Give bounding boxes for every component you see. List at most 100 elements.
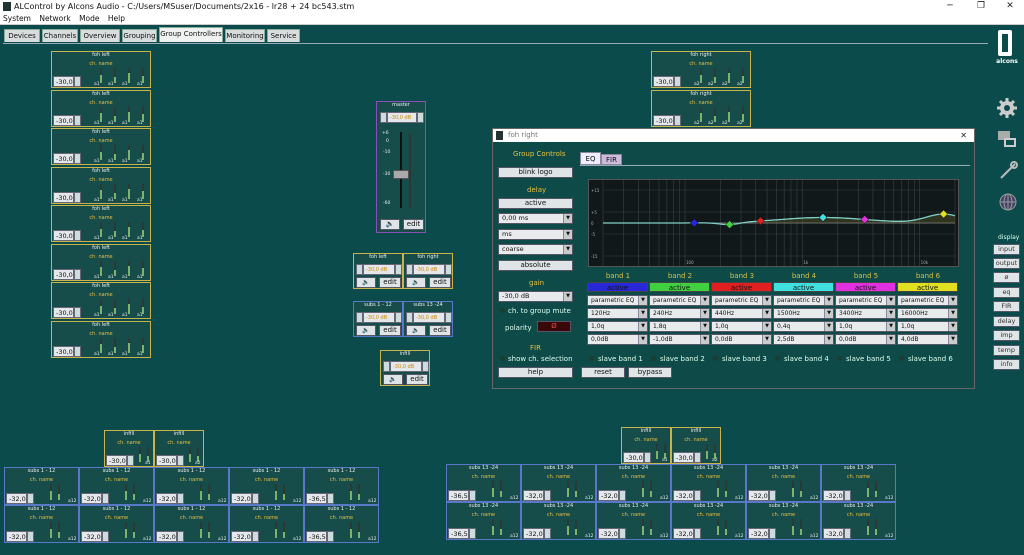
group-dec-button[interactable]: [406, 312, 413, 323]
band-type-field[interactable]: parametric EQ ▼: [897, 295, 958, 306]
band-type-field[interactable]: parametric EQ ▼: [587, 295, 648, 306]
display-delay-button[interactable]: delay: [993, 316, 1020, 327]
channel-gain-dropdown[interactable]: [327, 493, 334, 504]
group-value[interactable]: -30,0 dB: [413, 264, 445, 275]
slave-band-led[interactable]: [589, 356, 594, 361]
band-gain-field[interactable]: 4,0dB ▼: [897, 334, 958, 345]
channel-gain-dropdown[interactable]: [619, 528, 626, 539]
band-active-button[interactable]: active: [897, 282, 958, 292]
band-q-field[interactable]: 1,0q ▼: [711, 321, 772, 332]
tool-icon[interactable]: [998, 161, 1018, 181]
group-mute-button[interactable]: 🔈: [406, 325, 426, 336]
channel-gain-dropdown[interactable]: [27, 531, 34, 542]
menu-help[interactable]: Help: [105, 13, 128, 24]
tab-service[interactable]: Service: [267, 29, 300, 42]
channel-gain-dropdown[interactable]: [177, 493, 184, 504]
slave-band-led[interactable]: [651, 356, 656, 361]
ch-to-group-mute-led[interactable]: [500, 308, 505, 313]
channel-gain-dropdown[interactable]: [694, 490, 701, 501]
delay-unit-select[interactable]: ms ▼: [498, 229, 573, 240]
group-edit-button[interactable]: edit: [429, 325, 451, 336]
master-edit-button[interactable]: edit: [403, 219, 424, 230]
group-value[interactable]: -30,0 dB: [363, 264, 395, 275]
channel-gain-dropdown[interactable]: [102, 493, 109, 504]
group-inc-button[interactable]: [395, 264, 402, 275]
channel-gain-dropdown[interactable]: [74, 268, 81, 280]
group-mute-button[interactable]: 🔈: [356, 277, 376, 288]
channel-gain-value[interactable]: -32,0: [6, 493, 27, 504]
maximize-button[interactable]: ❐: [966, 0, 996, 13]
menu-network[interactable]: Network: [36, 13, 73, 24]
channel-gain-value[interactable]: -30,0: [53, 345, 74, 357]
channel-gain-dropdown[interactable]: [619, 490, 626, 501]
channel-gain-value[interactable]: -30,0: [53, 153, 74, 164]
display-info-button[interactable]: info: [993, 359, 1020, 370]
channel-gain-value[interactable]: -30,0: [156, 455, 177, 466]
channel-gain-dropdown[interactable]: [74, 345, 81, 357]
band-gain-field[interactable]: 0,0dB ▼: [587, 334, 648, 345]
group-inc-button[interactable]: [395, 312, 402, 323]
tab-group-controllers[interactable]: Group Controllers: [159, 27, 223, 42]
channel-gain-value[interactable]: -36,5: [448, 528, 469, 539]
group-edit-button[interactable]: edit: [379, 277, 401, 288]
band-type-field[interactable]: parametric EQ ▼: [835, 295, 896, 306]
band-active-button[interactable]: active: [649, 282, 710, 292]
display-polarity-button[interactable]: ø: [993, 272, 1020, 283]
tab-eq[interactable]: EQ: [580, 152, 601, 165]
group-value[interactable]: -30,0 dB: [390, 361, 422, 372]
channel-gain-value[interactable]: -30,0: [53, 76, 74, 87]
band-active-button[interactable]: active: [711, 282, 772, 292]
band-gain-field[interactable]: -1,0dB ▼: [649, 334, 710, 345]
channel-gain-dropdown[interactable]: [177, 455, 184, 466]
display-fir-button[interactable]: FIR: [993, 301, 1020, 312]
channel-gain-value[interactable]: -30,0: [53, 114, 74, 126]
group-edit-button[interactable]: edit: [379, 325, 401, 336]
group-dec-button[interactable]: [406, 264, 413, 275]
channel-gain-dropdown[interactable]: [74, 230, 81, 241]
group-mute-button[interactable]: 🔈: [383, 374, 403, 385]
master-fader-handle[interactable]: [393, 170, 409, 179]
channel-gain-value[interactable]: -30,0: [673, 452, 694, 463]
band-q-field[interactable]: 1,8q ▼: [649, 321, 710, 332]
eq-response-plot[interactable]: +15 +5 0 -5 -15 100 1k 10k: [588, 179, 959, 267]
help-button[interactable]: help: [498, 367, 573, 378]
group-inc-button[interactable]: [445, 312, 452, 323]
group-mute-button[interactable]: 🔈: [356, 325, 376, 336]
group-inc-button[interactable]: [445, 264, 452, 275]
channel-gain-value[interactable]: -32,0: [156, 531, 177, 542]
channel-gain-value[interactable]: -32,0: [523, 490, 544, 501]
delay-active-button[interactable]: active: [498, 198, 573, 209]
band-freq-field[interactable]: 16000Hz ▼: [897, 308, 958, 319]
channel-gain-value[interactable]: -32,0: [81, 493, 102, 504]
channel-gain-dropdown[interactable]: [544, 490, 551, 501]
channel-gain-dropdown[interactable]: [674, 76, 681, 87]
group-inc-button[interactable]: [422, 361, 429, 372]
band-1-handle[interactable]: [689, 218, 699, 228]
group-dec-button[interactable]: [356, 312, 363, 323]
band-freq-field[interactable]: 1500Hz ▼: [773, 308, 834, 319]
channel-gain-value[interactable]: -32,0: [81, 531, 102, 542]
band-3-handle[interactable]: [756, 216, 765, 226]
channel-gain-dropdown[interactable]: [74, 307, 81, 318]
channel-gain-dropdown[interactable]: [644, 452, 651, 463]
band-type-field[interactable]: parametric EQ ▼: [773, 295, 834, 306]
channel-gain-value[interactable]: -32,0: [523, 528, 544, 539]
slave-band-led[interactable]: [713, 356, 718, 361]
display-input-button[interactable]: input: [993, 244, 1020, 255]
band-active-button[interactable]: active: [587, 282, 648, 292]
blink-logo-button[interactable]: blink logo: [498, 167, 573, 178]
channel-gain-dropdown[interactable]: [127, 455, 134, 466]
master-value[interactable]: -30,0 dB: [387, 112, 417, 123]
delay-value-field[interactable]: 0,00 ms ▼: [498, 213, 573, 224]
channel-gain-value[interactable]: -30,0: [53, 268, 74, 280]
channel-gain-dropdown[interactable]: [844, 490, 851, 501]
channel-gain-dropdown[interactable]: [674, 114, 681, 126]
channel-gain-value[interactable]: -30,0: [53, 230, 74, 241]
gear-icon[interactable]: [997, 98, 1017, 118]
slave-band-led[interactable]: [837, 356, 842, 361]
tab-fir[interactable]: FIR: [601, 154, 622, 165]
master-inc-button[interactable]: [417, 112, 424, 123]
display-output-button[interactable]: output: [993, 258, 1020, 269]
channel-gain-value[interactable]: -30,0: [53, 307, 74, 318]
menu-mode[interactable]: Mode: [76, 13, 102, 24]
